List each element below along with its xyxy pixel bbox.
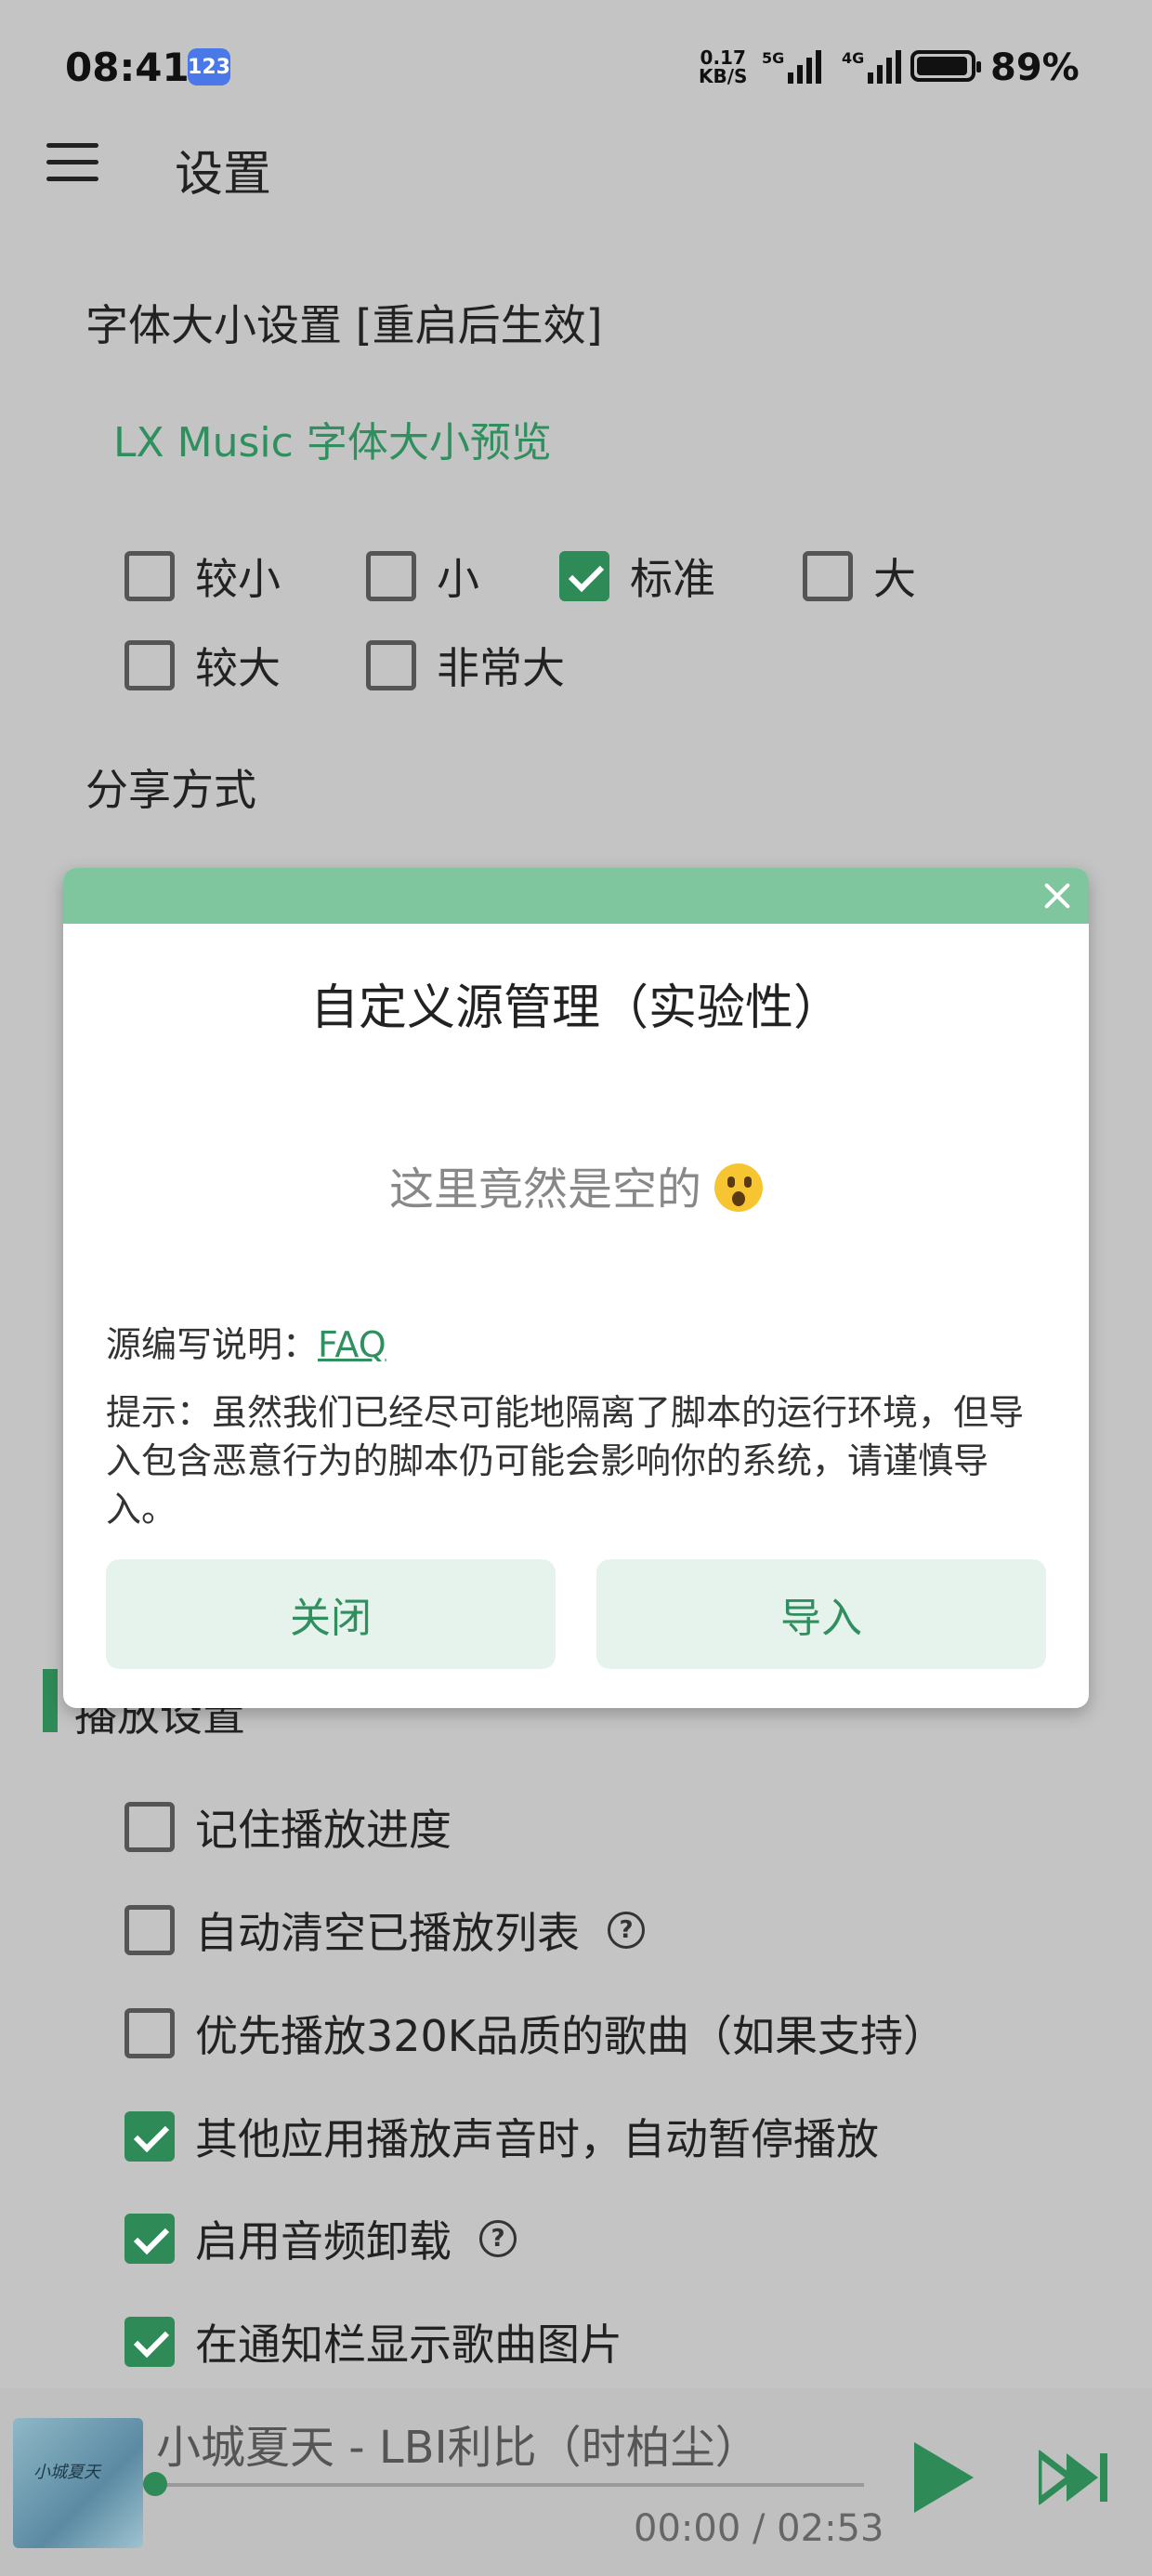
checkbox[interactable]: [124, 1802, 175, 1852]
checkbox[interactable]: [366, 640, 416, 690]
checkbox[interactable]: [366, 551, 416, 601]
checkbox-checked[interactable]: [559, 551, 609, 601]
checkbox-checked[interactable]: [124, 2111, 175, 2162]
font-option-standard[interactable]: 标准: [559, 545, 715, 607]
app-badge-icon: 123: [188, 48, 230, 85]
faq-link[interactable]: FAQ: [318, 1324, 386, 1365]
signal-5g-icon: 5G: [762, 49, 821, 84]
font-option-larger[interactable]: 较大: [124, 635, 281, 696]
dialog-tip: 提示：虽然我们已经尽可能地隔离了脚本的运行环境，但导入包含恶意行为的脚本仍可能会…: [106, 1392, 1025, 1530]
dialog-header: [63, 868, 1089, 924]
play-time: 00:00 / 02:53: [634, 2507, 884, 2550]
share-heading: 分享方式: [85, 765, 256, 815]
font-option-very-large[interactable]: 非常大: [366, 635, 565, 696]
page-title: 设置: [175, 147, 272, 203]
close-button[interactable]: 关闭: [106, 1559, 556, 1669]
faq-line: 源编写说明：FAQ: [106, 1324, 386, 1365]
option-audio-offload[interactable]: 启用音频卸载 ?: [124, 2208, 517, 2269]
empty-message: 这里竟然是空的: [63, 1152, 1089, 1217]
dialog-title: 自定义源管理（实验性）: [309, 980, 842, 1036]
battery-percent: 89%: [990, 46, 1080, 89]
checkbox[interactable]: [124, 551, 175, 601]
play-icon[interactable]: [914, 2442, 974, 2513]
svg-text:4G: 4G: [842, 49, 864, 67]
checkbox[interactable]: [124, 640, 175, 690]
next-track-icon[interactable]: [1039, 2450, 1113, 2505]
checkbox[interactable]: [124, 2008, 175, 2058]
net-speed: 0.17 KB/S: [699, 46, 748, 87]
signal-4g-icon: 4G: [842, 49, 901, 84]
astonished-emoji-icon: [714, 1163, 763, 1212]
option-prefer-320k[interactable]: 优先播放320K品质的歌曲（如果支持）: [124, 2003, 946, 2064]
checkbox[interactable]: [803, 551, 853, 601]
font-option-small[interactable]: 小: [366, 545, 479, 607]
option-auto-pause[interactable]: 其他应用播放声音时，自动暂停播放: [124, 2106, 879, 2167]
section-accent-bar: [43, 1669, 58, 1732]
font-size-preview: LX Music 字体大小预览: [113, 419, 552, 467]
player-bar[interactable]: 小城夏天 小城夏天 - LBI利比（时柏尘） 00:00 / 02:53: [0, 2388, 1152, 2576]
help-icon[interactable]: ?: [479, 2220, 517, 2257]
progress-track[interactable]: [156, 2483, 864, 2487]
status-time: 08:41: [65, 45, 190, 90]
option-remember-progress[interactable]: 记住播放进度: [124, 1796, 452, 1858]
font-option-smaller[interactable]: 较小: [124, 545, 281, 607]
import-button[interactable]: 导入: [596, 1559, 1046, 1669]
custom-source-dialog: 自定义源管理（实验性） 这里竟然是空的 源编写说明：FAQ 提示：虽然我们已经尽…: [63, 868, 1089, 1708]
song-title: 小城夏天 - LBI利比（时柏尘）: [156, 2422, 760, 2474]
progress-thumb[interactable]: [143, 2472, 167, 2496]
help-icon[interactable]: ?: [608, 1912, 645, 1949]
status-bar: 08:41 123 0.17 KB/S 5G 4G 89%: [0, 0, 1152, 139]
checkbox-checked[interactable]: [124, 2317, 175, 2367]
font-option-large[interactable]: 大: [803, 545, 916, 607]
battery-icon: [910, 50, 981, 82]
menu-icon[interactable]: [46, 139, 98, 182]
font-size-heading: 字体大小设置 [重启后生效]: [85, 300, 603, 350]
checkbox-checked[interactable]: [124, 2214, 175, 2264]
close-icon[interactable]: [1037, 875, 1078, 916]
option-notification-art[interactable]: 在通知栏显示歌曲图片: [124, 2311, 622, 2372]
option-auto-clear-played[interactable]: 自动清空已播放列表 ?: [124, 1899, 645, 1961]
album-art[interactable]: 小城夏天: [13, 2418, 143, 2548]
svg-text:5G: 5G: [762, 49, 784, 67]
checkbox[interactable]: [124, 1905, 175, 1955]
